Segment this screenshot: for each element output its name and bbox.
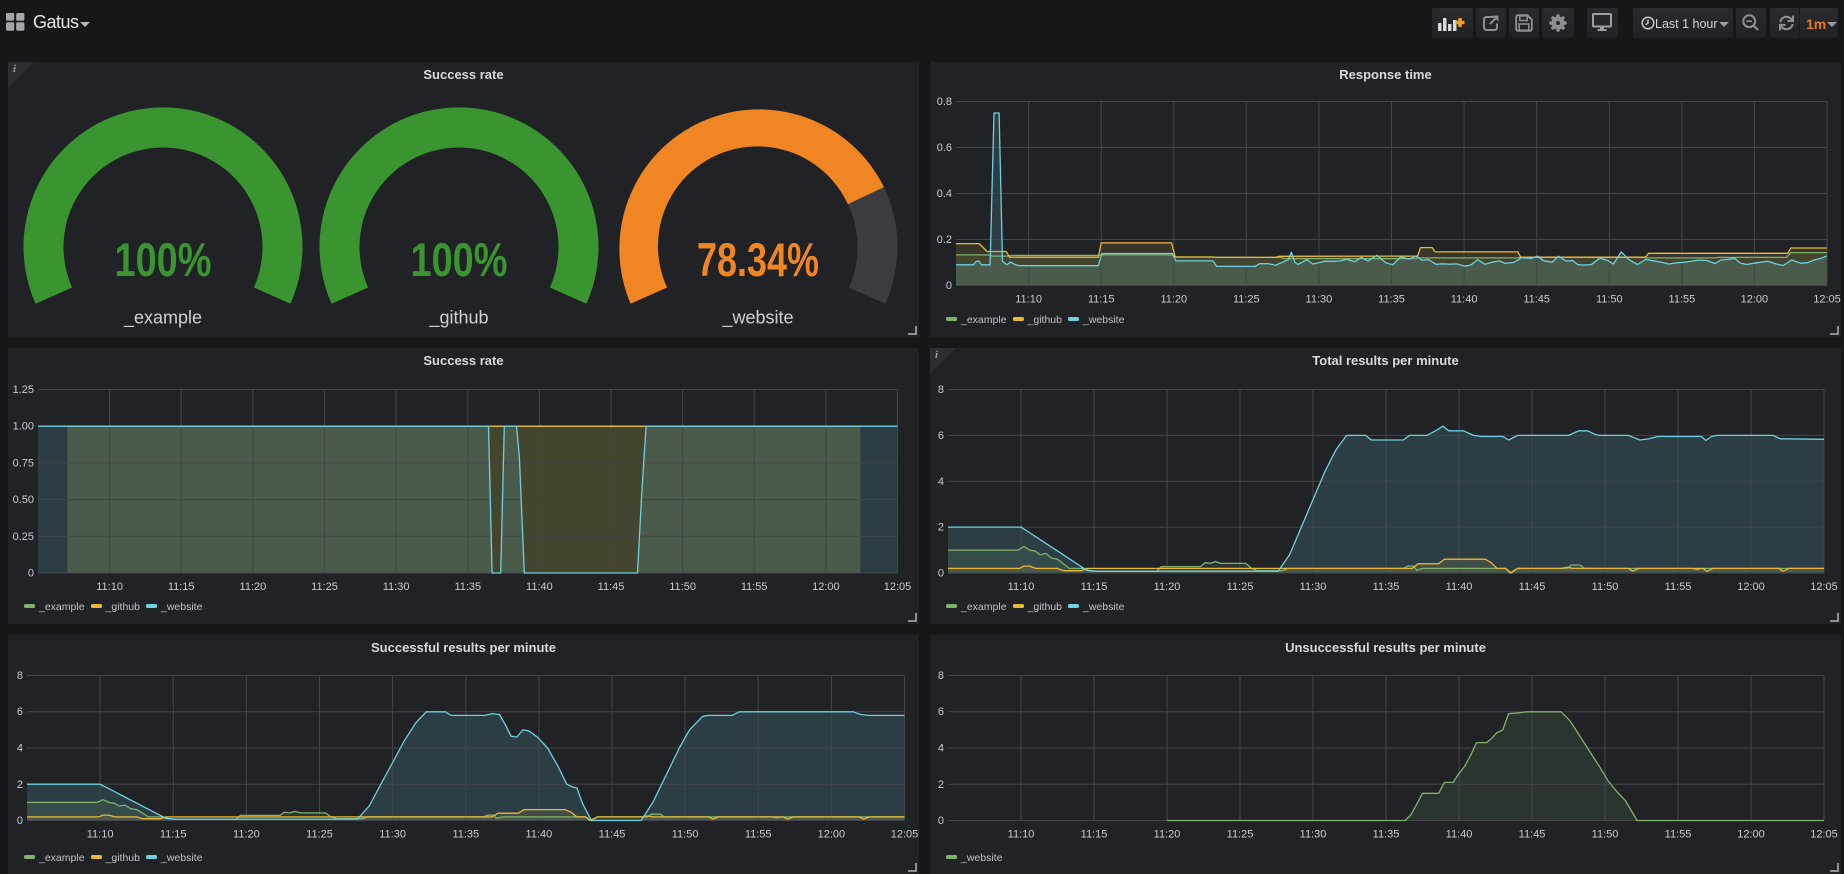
svg-text:11:35: 11:35	[1378, 293, 1405, 305]
svg-text:8: 8	[17, 670, 23, 682]
svg-text:11:55: 11:55	[745, 828, 772, 840]
svg-text:12:00: 12:00	[1741, 293, 1769, 305]
svg-text:12:00: 12:00	[1737, 828, 1765, 840]
svg-text:0: 0	[28, 567, 34, 579]
svg-text:12:00: 12:00	[1737, 581, 1765, 593]
svg-text:11:30: 11:30	[383, 581, 410, 593]
svg-text:11:45: 11:45	[1519, 828, 1546, 840]
svg-text:0.6: 0.6	[937, 142, 952, 154]
svg-text:11:50: 11:50	[669, 581, 696, 593]
svg-text:11:20: 11:20	[240, 581, 267, 593]
svg-text:12:05: 12:05	[1813, 293, 1841, 305]
svg-text:11:15: 11:15	[160, 828, 187, 840]
svg-text:0: 0	[17, 815, 23, 827]
svg-text:11:35: 11:35	[454, 581, 481, 593]
svg-text:0.8: 0.8	[937, 96, 952, 108]
svg-text:0.2: 0.2	[937, 234, 952, 246]
svg-text:12:05: 12:05	[1810, 828, 1838, 840]
svg-text:6: 6	[938, 429, 944, 441]
svg-text:11:45: 11:45	[599, 828, 626, 840]
svg-text:11:20: 11:20	[233, 828, 260, 840]
svg-text:6: 6	[17, 706, 23, 718]
svg-text:11:40: 11:40	[1451, 293, 1478, 305]
svg-text:4: 4	[938, 742, 944, 754]
svg-text:11:10: 11:10	[1008, 581, 1035, 593]
svg-text:11:25: 11:25	[1227, 581, 1254, 593]
svg-text:11:15: 11:15	[1088, 293, 1115, 305]
svg-text:0.75: 0.75	[13, 457, 34, 469]
svg-text:11:20: 11:20	[1160, 293, 1187, 305]
svg-text:11:45: 11:45	[1523, 293, 1550, 305]
svg-text:11:15: 11:15	[1081, 581, 1108, 593]
svg-text:11:40: 11:40	[1446, 581, 1473, 593]
svg-text:11:20: 11:20	[1154, 828, 1181, 840]
svg-text:11:25: 11:25	[1227, 828, 1254, 840]
svg-text:100%: 100%	[115, 233, 212, 286]
svg-text:11:10: 11:10	[87, 828, 114, 840]
svg-text:0.25: 0.25	[13, 530, 34, 542]
svg-text:11:25: 11:25	[1233, 293, 1260, 305]
svg-text:4: 4	[938, 475, 944, 487]
svg-text:_example: _example	[123, 307, 202, 328]
svg-text:12:05: 12:05	[884, 581, 912, 593]
svg-text:8: 8	[938, 670, 944, 682]
svg-text:11:50: 11:50	[1596, 293, 1623, 305]
svg-text:0: 0	[946, 280, 952, 292]
svg-text:11:25: 11:25	[306, 828, 333, 840]
svg-text:11:40: 11:40	[526, 581, 553, 593]
svg-text:11:10: 11:10	[1015, 293, 1042, 305]
svg-text:0: 0	[938, 815, 944, 827]
svg-text:0.4: 0.4	[937, 188, 952, 200]
svg-text:11:55: 11:55	[1665, 828, 1692, 840]
svg-text:11:15: 11:15	[168, 581, 195, 593]
svg-text:11:55: 11:55	[1665, 581, 1692, 593]
svg-text:2: 2	[938, 778, 944, 790]
svg-text:2: 2	[938, 521, 944, 533]
svg-text:11:50: 11:50	[1592, 581, 1619, 593]
svg-text:8: 8	[938, 384, 944, 396]
svg-text:11:55: 11:55	[741, 581, 768, 593]
svg-text:11:20: 11:20	[1154, 581, 1181, 593]
svg-text:100%: 100%	[411, 233, 508, 286]
svg-text:_github: _github	[428, 307, 488, 328]
svg-text:1.00: 1.00	[13, 420, 34, 432]
svg-text:11:30: 11:30	[1300, 828, 1327, 840]
svg-text:12:00: 12:00	[812, 581, 840, 593]
svg-text:11:50: 11:50	[672, 828, 699, 840]
svg-text:2: 2	[17, 778, 23, 790]
svg-text:11:30: 11:30	[379, 828, 406, 840]
svg-text:11:35: 11:35	[1373, 581, 1400, 593]
svg-text:11:40: 11:40	[1446, 828, 1473, 840]
svg-text:11:25: 11:25	[311, 581, 338, 593]
svg-text:11:30: 11:30	[1306, 293, 1333, 305]
svg-text:11:50: 11:50	[1592, 828, 1619, 840]
svg-text:11:35: 11:35	[1373, 828, 1400, 840]
svg-text:_website: _website	[721, 307, 793, 328]
svg-text:12:05: 12:05	[891, 828, 919, 840]
svg-text:11:15: 11:15	[1081, 828, 1108, 840]
svg-text:0.50: 0.50	[13, 494, 34, 506]
svg-text:12:00: 12:00	[818, 828, 846, 840]
svg-text:11:40: 11:40	[526, 828, 553, 840]
svg-text:11:10: 11:10	[1008, 828, 1035, 840]
svg-text:11:45: 11:45	[598, 581, 625, 593]
svg-text:11:30: 11:30	[1300, 581, 1327, 593]
svg-text:12:05: 12:05	[1810, 581, 1838, 593]
svg-text:11:10: 11:10	[96, 581, 123, 593]
svg-text:4: 4	[17, 742, 23, 754]
svg-text:11:45: 11:45	[1519, 581, 1546, 593]
svg-text:78.34%: 78.34%	[697, 233, 819, 286]
svg-text:6: 6	[938, 706, 944, 718]
svg-text:1.25: 1.25	[13, 384, 34, 396]
svg-text:11:35: 11:35	[452, 828, 479, 840]
svg-text:11:55: 11:55	[1669, 293, 1696, 305]
svg-text:0: 0	[938, 567, 944, 579]
